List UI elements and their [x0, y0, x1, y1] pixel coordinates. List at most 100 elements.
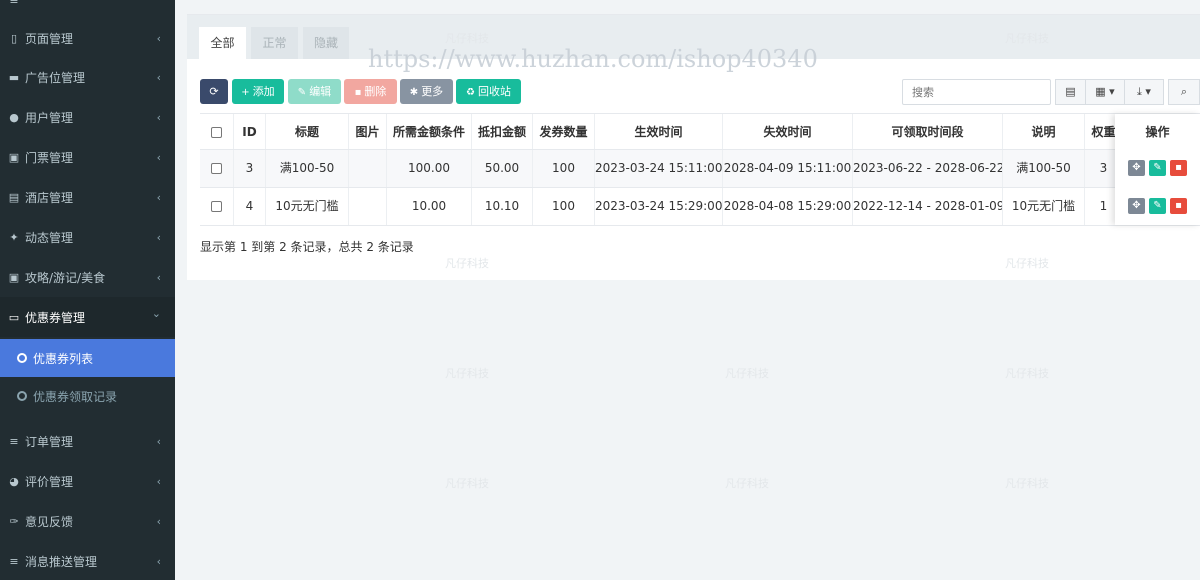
- gear-icon: ✱: [409, 87, 419, 98]
- drag-handle-button[interactable]: ✥: [1128, 160, 1145, 176]
- table-row[interactable]: 3 满100-50 100.00 50.00 100 2023-03-24 15…: [200, 150, 1200, 187]
- list-icon: ≡: [9, 434, 19, 448]
- cell-title: 满100-50: [266, 150, 349, 187]
- cell-claim-period: 2022-12-14 - 2028-01-09: [853, 188, 1003, 225]
- tab-all[interactable]: 全部: [199, 27, 246, 59]
- column-header[interactable]: 可领取时间段: [853, 114, 1003, 150]
- refresh-icon: ⟳: [209, 85, 219, 98]
- tab-normal[interactable]: 正常: [251, 27, 298, 59]
- row-checkbox[interactable]: [211, 201, 222, 212]
- cell-end-time: 2028-04-09 15:11:00: [723, 150, 853, 187]
- toggle-view-button[interactable]: ▤: [1055, 79, 1086, 105]
- delete-button-label: 删除: [364, 85, 387, 98]
- cell-discount: 50.00: [472, 150, 533, 187]
- row-delete-button[interactable]: ▪: [1170, 198, 1187, 214]
- cell-start-time: 2023-03-24 15:29:00: [595, 188, 723, 225]
- sidebar-item-label: 用户管理: [25, 110, 74, 125]
- sidebar-item-pages[interactable]: ▯ 页面管理 ‹: [0, 18, 175, 58]
- chevron-left-icon: ‹: [156, 110, 161, 124]
- sidebar-item-label: 页面管理: [25, 31, 74, 46]
- export-button[interactable]: ⤓ ▾: [1124, 79, 1164, 105]
- sidebar-item-moments[interactable]: ✦ 动态管理 ‹: [0, 217, 175, 257]
- column-header[interactable]: ID: [234, 114, 266, 150]
- sidebar-item-tickets[interactable]: ▣ 门票管理 ‹: [0, 137, 175, 177]
- column-header[interactable]: 生效时间: [595, 114, 723, 150]
- delete-button[interactable]: ▪ 删除: [344, 79, 397, 104]
- column-header[interactable]: 抵扣金额: [472, 114, 533, 150]
- drag-handle-button[interactable]: ✥: [1128, 198, 1145, 214]
- columns-button[interactable]: ▦ ▾: [1085, 79, 1125, 105]
- column-header[interactable]: 标题: [266, 114, 349, 150]
- sidebar-item-partial[interactable]: ≡: [0, 0, 175, 11]
- sidebar-item-label: 消息推送管理: [25, 554, 98, 569]
- sidebar-item-reviews[interactable]: ◕ 评价管理 ‹: [0, 461, 175, 501]
- sidebar-item-feedback[interactable]: ✑ 意见反馈 ‹: [0, 501, 175, 541]
- tab-hidden[interactable]: 隐藏: [303, 27, 349, 59]
- cell-description: 满100-50: [1003, 150, 1085, 187]
- sidebar-item-label: 意见反馈: [25, 514, 74, 529]
- recycle-bin-button[interactable]: ♻ 回收站: [456, 79, 521, 104]
- sidebar-item-guides[interactable]: ▣ 攻略/游记/美食 ‹: [0, 257, 175, 297]
- row-edit-button[interactable]: ✎: [1149, 198, 1166, 214]
- chevron-left-icon: ‹: [156, 230, 161, 244]
- search-input[interactable]: [902, 79, 1051, 105]
- row-delete-button[interactable]: ▪: [1170, 160, 1187, 176]
- sidebar-item-ads[interactable]: ▬ 广告位管理 ‹: [0, 57, 175, 97]
- faint-watermark: 凡仔科技: [445, 367, 489, 380]
- edit-button[interactable]: ✎ 编辑: [288, 79, 341, 104]
- column-header[interactable]: 说明: [1003, 114, 1085, 150]
- trash-icon: ▪: [1175, 162, 1182, 173]
- sidebar-item-label: 订单管理: [25, 434, 74, 449]
- column-header[interactable]: 所需金额条件: [387, 114, 472, 150]
- column-header[interactable]: 发券数量: [533, 114, 595, 150]
- cell-min-amount: 100.00: [387, 150, 472, 187]
- row-divider: [200, 225, 1200, 226]
- cell-discount: 10.10: [472, 188, 533, 225]
- cell-id: 3: [234, 150, 266, 187]
- sidebar-item-label: 优惠券管理: [25, 310, 86, 325]
- pagination-info: 显示第 1 到第 2 条记录，总共 2 条记录: [200, 240, 414, 254]
- list-icon: ≡: [9, 0, 19, 7]
- faint-watermark: 凡仔科技: [445, 477, 489, 490]
- refresh-button[interactable]: ⟳: [200, 79, 228, 104]
- sidebar-subitem-label: 优惠券列表: [33, 351, 94, 366]
- sidebar-subitem-coupon-records[interactable]: 优惠券领取记录: [0, 377, 175, 415]
- cell-image: [349, 150, 387, 187]
- add-button[interactable]: + 添加: [232, 79, 284, 104]
- row-edit-button[interactable]: ✎: [1149, 160, 1166, 176]
- row-checkbox-cell: [200, 150, 234, 187]
- sidebar: ≡ ▯ 页面管理 ‹ ▬ 广告位管理 ‹ ● 用户管理 ‹ ▣ 门票管理 ‹ ▤…: [0, 0, 175, 580]
- more-button[interactable]: ✱ 更多: [400, 79, 453, 104]
- sidebar-item-label: 酒店管理: [25, 190, 74, 205]
- sidebar-item-push[interactable]: ≡ 消息推送管理 ‹: [0, 541, 175, 580]
- sidebar-item-hotels[interactable]: ▤ 酒店管理 ‹: [0, 177, 175, 217]
- pencil-icon: ✎: [1153, 162, 1162, 173]
- sidebar-item-orders[interactable]: ≡ 订单管理 ‹: [0, 421, 175, 461]
- row-checkbox[interactable]: [211, 163, 222, 174]
- table-row[interactable]: 4 10元无门槛 10.00 10.10 100 2023-03-24 15:2…: [200, 188, 1200, 225]
- select-all-checkbox[interactable]: [211, 127, 222, 138]
- column-header[interactable]: 失效时间: [723, 114, 853, 150]
- cell-start-time: 2023-03-24 15:11:00: [595, 150, 723, 187]
- trash-icon: ▪: [354, 87, 362, 98]
- chevron-left-icon: ‹: [156, 514, 161, 528]
- search-button[interactable]: ⌕: [1168, 79, 1200, 105]
- export-icon: ⤓ ▾: [1137, 85, 1151, 98]
- header-checkbox-cell: [200, 114, 234, 150]
- cell-min-amount: 10.00: [387, 188, 472, 225]
- sidebar-item-label: 评价管理: [25, 474, 74, 489]
- faint-watermark: 凡仔科技: [725, 367, 769, 380]
- tab-bar: 全部 正常 隐藏: [187, 15, 1200, 59]
- edit-button-label: 编辑: [309, 85, 332, 98]
- sidebar-item-users[interactable]: ● 用户管理 ‹: [0, 97, 175, 137]
- bookmark-icon: ▯: [10, 31, 18, 45]
- move-icon: ✥: [1132, 162, 1141, 173]
- chevron-left-icon: ‹: [156, 474, 161, 488]
- sidebar-item-coupons[interactable]: ▭ 优惠券管理 ⌄: [0, 297, 175, 337]
- table-view-icon: ▤: [1065, 85, 1076, 98]
- recycle-icon: ♻: [466, 87, 475, 98]
- column-header[interactable]: 图片: [349, 114, 387, 150]
- sidebar-subitem-coupon-list[interactable]: 优惠券列表: [0, 339, 175, 377]
- move-icon: ✥: [1132, 200, 1141, 211]
- cell-end-time: 2028-04-08 15:29:00: [723, 188, 853, 225]
